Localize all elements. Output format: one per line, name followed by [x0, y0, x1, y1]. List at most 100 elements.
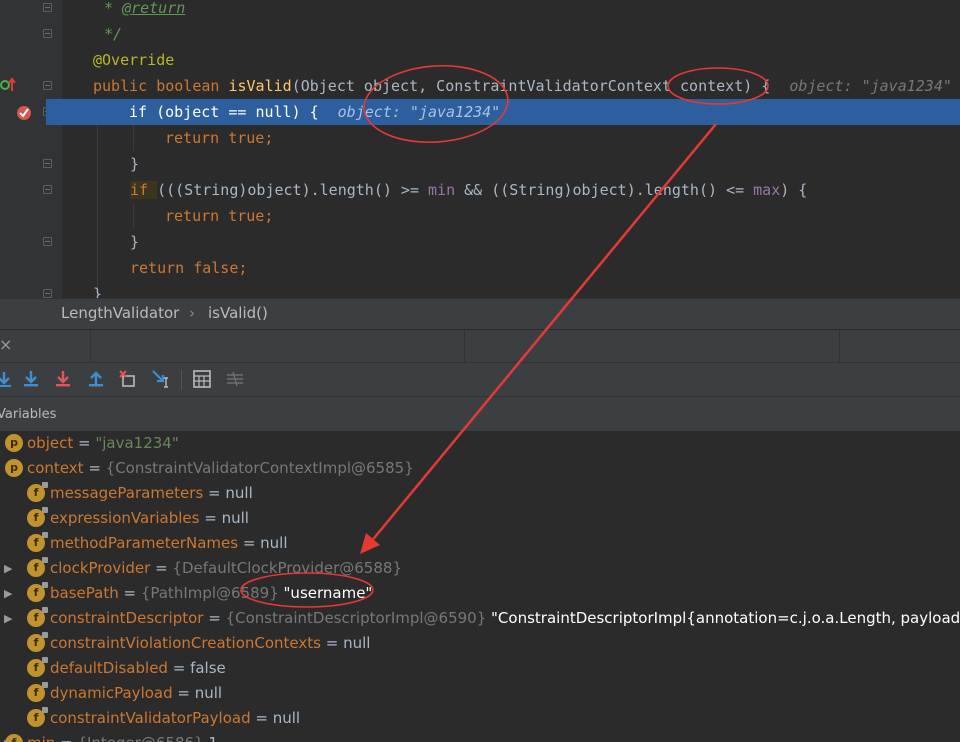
breakpoint-icon[interactable]: [15, 104, 33, 122]
run-to-cursor-icon[interactable]: [151, 369, 171, 389]
variable-row[interactable]: f expressionVariables = null: [0, 506, 960, 531]
keyword-false: false: [193, 259, 239, 277]
variable-row[interactable]: f constraintValidatorPayload = null: [0, 706, 960, 731]
step-over-icon[interactable]: [0, 369, 14, 389]
editor-gutter[interactable]: [0, 0, 62, 298]
variable-reference: {PathImpl@6589}: [140, 584, 279, 602]
fold-marker-icon[interactable]: [43, 159, 52, 168]
code-line-2[interactable]: */: [104, 21, 122, 47]
code-line-8[interactable]: if (((String)object).length() >= min && …: [130, 177, 807, 203]
code-text: ) {: [780, 181, 808, 199]
variable-row[interactable]: f defaultDisabled = false: [0, 656, 960, 681]
field-badge-icon: f: [27, 557, 48, 577]
variable-row[interactable]: p context = {ConstraintValidatorContextI…: [0, 456, 960, 481]
variable-value: "java1234": [95, 434, 179, 452]
variable-equals: =: [55, 734, 77, 742]
fold-marker-icon[interactable]: [43, 237, 52, 246]
variables-tree[interactable]: p object = "java1234" p context = {Const…: [0, 431, 960, 742]
field-max: max: [753, 181, 781, 199]
tab-divider: [90, 330, 91, 362]
debug-toolbar: [0, 362, 960, 396]
variable-name: methodParameterNames: [50, 534, 239, 552]
keyword-public-boolean: public boolean: [93, 77, 229, 95]
expand-arrow-icon[interactable]: ▶: [4, 581, 12, 606]
variable-reference: {Integer@6586}: [77, 734, 203, 742]
field-badge-icon: f: [27, 582, 48, 602]
code-line-9[interactable]: return true;: [165, 203, 273, 229]
variable-value: null: [221, 509, 249, 527]
code-editor[interactable]: if (object == null) {object: "java1234" …: [0, 0, 960, 298]
trace-stream-icon[interactable]: [225, 369, 245, 389]
variable-row[interactable]: ▶ f constraintDescriptor = {ConstraintDe…: [0, 606, 960, 631]
breadcrumb-class[interactable]: LengthValidator: [61, 304, 179, 322]
keyword-null: null: [255, 103, 292, 121]
variable-name: context: [27, 459, 84, 477]
code-text: ;: [238, 259, 248, 277]
code-text: (object ==: [156, 103, 256, 121]
code-line-7[interactable]: }: [130, 151, 139, 177]
fold-marker-icon[interactable]: [43, 3, 52, 12]
variable-name: defaultDisabled: [50, 659, 168, 677]
variable-row[interactable]: f constraintViolationCreationContexts = …: [0, 631, 960, 656]
evaluate-icon[interactable]: [192, 369, 212, 389]
code-text: }: [130, 155, 140, 173]
drop-frame-icon[interactable]: [118, 369, 138, 389]
fold-marker-icon[interactable]: [43, 185, 52, 194]
code-line-3[interactable]: @Override: [93, 47, 174, 73]
fold-marker-icon[interactable]: [43, 81, 52, 90]
javadoc-tag: @return: [122, 0, 186, 17]
variables-title: Variables: [0, 407, 57, 422]
code-line-6[interactable]: return true;: [165, 125, 273, 151]
close-tab-icon[interactable]: ×: [0, 335, 12, 354]
code-line-1[interactable]: * @return: [104, 0, 185, 21]
variable-row[interactable]: ▶ f basePath = {PathImpl@6589} "username…: [0, 581, 960, 606]
field-badge-icon: f: [27, 607, 48, 627]
step-out-icon[interactable]: [86, 369, 106, 389]
variable-row[interactable]: p object = "java1234": [0, 431, 960, 456]
variable-row[interactable]: f methodParameterNames = null: [0, 531, 960, 556]
code-text: && ((String)object).length() <=: [455, 181, 754, 199]
field-min: min: [428, 181, 456, 199]
code-line-10[interactable]: }: [130, 229, 139, 255]
variable-name: basePath: [50, 584, 119, 602]
method-signature: (Object object, ConstraintValidatorConte…: [291, 77, 771, 95]
indent-guide: [97, 125, 98, 295]
variable-name: constraintValidatorPayload: [50, 709, 251, 727]
expand-arrow-icon[interactable]: ▶: [4, 606, 12, 631]
variable-name: object: [27, 434, 74, 452]
breadcrumb-method[interactable]: isValid(): [208, 304, 268, 322]
current-execution-line: if (object == null) {object: "java1234": [46, 99, 960, 125]
code-text: ;: [264, 207, 274, 225]
field-badge-icon: f: [5, 734, 23, 742]
expand-arrow-icon[interactable]: ▶: [4, 556, 12, 581]
variable-equals: =: [83, 459, 106, 477]
keyword-if: if: [130, 181, 158, 199]
force-step-into-icon[interactable]: [53, 369, 73, 389]
field-badge-icon: f: [27, 532, 48, 552]
step-into-icon[interactable]: [21, 369, 41, 389]
variable-row[interactable]: f dynamicPayload = null: [0, 681, 960, 706]
variable-equals: =: [203, 609, 226, 627]
code-text: ) {: [291, 103, 319, 121]
variable-equals: =: [320, 634, 344, 652]
variable-row[interactable]: f messageParameters = null: [0, 481, 960, 506]
comment-text: *: [104, 0, 123, 17]
code-line-12[interactable]: }: [93, 281, 102, 298]
variable-equals: =: [73, 434, 96, 452]
variable-equals: =: [150, 559, 173, 577]
code-line-4[interactable]: public boolean isValid(Object object, Co…: [93, 73, 952, 99]
code-line-11[interactable]: return false;: [130, 255, 247, 281]
breadcrumb: LengthValidator › isValid(): [0, 298, 960, 329]
field-badge-icon: f: [27, 657, 48, 677]
variable-value: false: [190, 659, 226, 677]
fold-marker-icon[interactable]: [43, 289, 52, 298]
override-marker-icon[interactable]: [0, 77, 16, 93]
variable-row[interactable]: ▶ f clockProvider = {DefaultClockProvide…: [0, 556, 960, 581]
code-line-5[interactable]: if (object == null) {object: "java1234": [129, 99, 500, 125]
fold-marker-icon[interactable]: [43, 29, 52, 38]
variable-row[interactable]: ▶ f min = {Integer@6586} 1: [0, 731, 960, 742]
variable-value: null: [225, 484, 253, 502]
code-text: }: [93, 285, 103, 298]
variable-value: 1: [204, 734, 218, 742]
variable-equals: =: [238, 534, 261, 552]
